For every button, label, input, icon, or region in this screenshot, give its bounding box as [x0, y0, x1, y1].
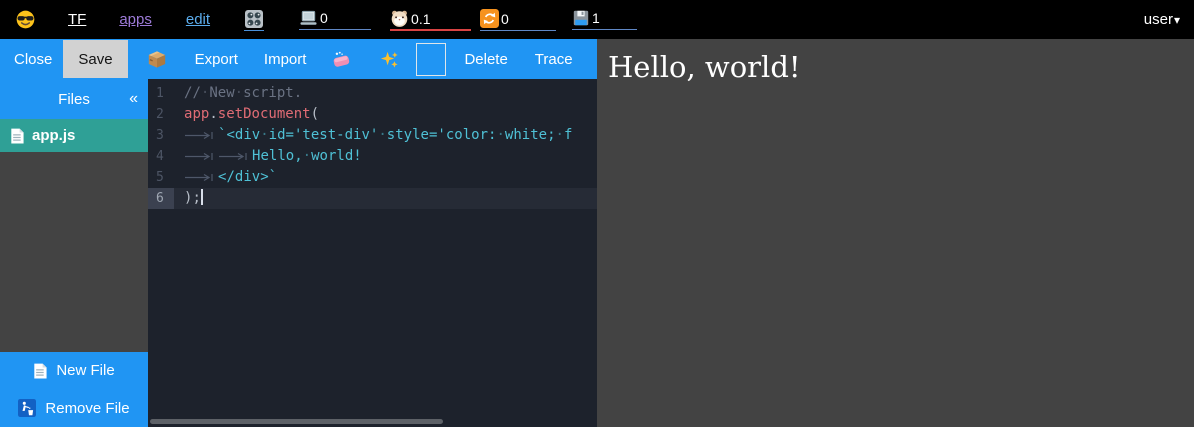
line-number: 4: [148, 146, 174, 167]
laptop-icon: [299, 10, 318, 27]
top-bar: TF apps edit 0: [0, 0, 1194, 39]
line-number: 2: [148, 104, 174, 125]
token-punct: (: [311, 106, 319, 122]
stat-value: 0.1: [411, 11, 430, 28]
stat-field-refresh[interactable]: 0: [480, 9, 556, 31]
code-text: Hello,·world!: [174, 146, 362, 167]
stat-value: 0: [501, 11, 509, 28]
code-line[interactable]: 3 `<div·id='test-div'·style='color:·white…: [148, 125, 597, 146]
stat-field-saves[interactable]: 1: [572, 9, 637, 30]
code-editor[interactable]: 1//·New·script.2app.setDocument(3`<div·i…: [148, 79, 597, 427]
tab-indicator-icon: [184, 151, 218, 161]
sidebar-actions: New File Remove File: [0, 352, 148, 427]
files-sidebar: Files « app.js: [0, 79, 148, 427]
document-icon: [10, 128, 24, 144]
tab-indicator-icon: [218, 151, 252, 161]
stat-field-hamster[interactable]: 0.1: [390, 9, 471, 31]
token-string: Hello,·world!: [252, 148, 362, 164]
text-cursor: [201, 189, 203, 205]
nav-link-edit[interactable]: edit: [186, 11, 210, 28]
code-line[interactable]: 1 //·New·script.: [148, 83, 597, 104]
token-name: app: [184, 106, 209, 122]
chevron-down-icon: ▾: [1174, 13, 1180, 27]
token-name: setDocument: [218, 106, 311, 122]
code-line[interactable]: 4 Hello,·world!: [148, 146, 597, 167]
code-lines: 1//·New·script.2app.setDocument(3`<div·i…: [148, 79, 597, 209]
hamster-icon: [390, 9, 409, 28]
code-text: `<div·id='test-div'·style='color:·white;…: [174, 125, 572, 146]
floppy-icon: [572, 9, 590, 27]
new-file-button[interactable]: New File: [0, 352, 148, 390]
user-menu-label: user: [1144, 11, 1173, 28]
code-line[interactable]: 6);: [148, 188, 597, 209]
tab-indicator-icon: [184, 130, 218, 140]
horizontal-scrollbar-thumb[interactable]: [150, 419, 443, 424]
nav-link-apps[interactable]: apps: [119, 11, 152, 28]
code-text: app.setDocument(: [174, 104, 319, 125]
stat-field-laptop[interactable]: 0: [299, 10, 371, 30]
collapse-sidebar-button[interactable]: «: [129, 90, 138, 108]
new-file-icon: [33, 363, 47, 379]
remove-file-button[interactable]: Remove File: [0, 390, 148, 427]
brand-link[interactable]: TF: [68, 11, 86, 28]
control-knobs-icon[interactable]: [244, 9, 264, 31]
token-punct: .: [209, 106, 217, 122]
stat-value: 1: [592, 10, 600, 27]
remove-file-label: Remove File: [45, 400, 129, 417]
line-number: 5: [148, 167, 174, 188]
code-line[interactable]: 2app.setDocument(: [148, 104, 597, 125]
code-line[interactable]: 5 </div>`: [148, 167, 597, 188]
remove-file-icon: [18, 399, 36, 417]
file-item-appjs[interactable]: app.js: [0, 119, 148, 152]
editor-toolbar: Close Save Export Import D: [0, 39, 597, 79]
package-icon[interactable]: [147, 50, 167, 69]
line-number: 1: [148, 83, 174, 104]
refresh-icon: [480, 9, 499, 28]
preview-text: Hello, world!: [608, 50, 1194, 84]
import-button[interactable]: Import: [264, 51, 307, 68]
preview-panel: Hello, world!: [597, 39, 1194, 427]
files-header: Files «: [0, 79, 148, 119]
export-button[interactable]: Export: [195, 51, 238, 68]
token-punct: );: [184, 190, 201, 206]
save-button[interactable]: Save: [63, 40, 127, 78]
smiley-sunglasses-icon[interactable]: [16, 10, 35, 29]
code-text: </div>`: [174, 167, 277, 188]
delete-button[interactable]: Delete: [464, 51, 507, 68]
toolbar-box-input[interactable]: [416, 43, 446, 76]
token-string: </div>`: [218, 169, 277, 185]
token-comment: //·New·script.: [184, 85, 302, 101]
line-number: 6: [148, 188, 174, 209]
soap-icon[interactable]: [332, 50, 351, 69]
user-menu[interactable]: user ▾: [1144, 11, 1180, 28]
trace-button[interactable]: Trace: [535, 51, 573, 68]
tab-indicator-icon: [184, 172, 218, 182]
file-name: app.js: [32, 127, 75, 144]
code-text: //·New·script.: [174, 83, 302, 104]
line-number: 3: [148, 125, 174, 146]
files-header-title: Files: [58, 91, 90, 108]
code-text: );: [174, 188, 203, 209]
new-file-label: New File: [56, 362, 114, 379]
sparkles-icon[interactable]: [380, 50, 399, 69]
token-string: `<div·id='test-div'·style='color:·white;…: [218, 127, 572, 143]
stat-value: 0: [320, 10, 328, 27]
close-button[interactable]: Close: [14, 51, 52, 68]
